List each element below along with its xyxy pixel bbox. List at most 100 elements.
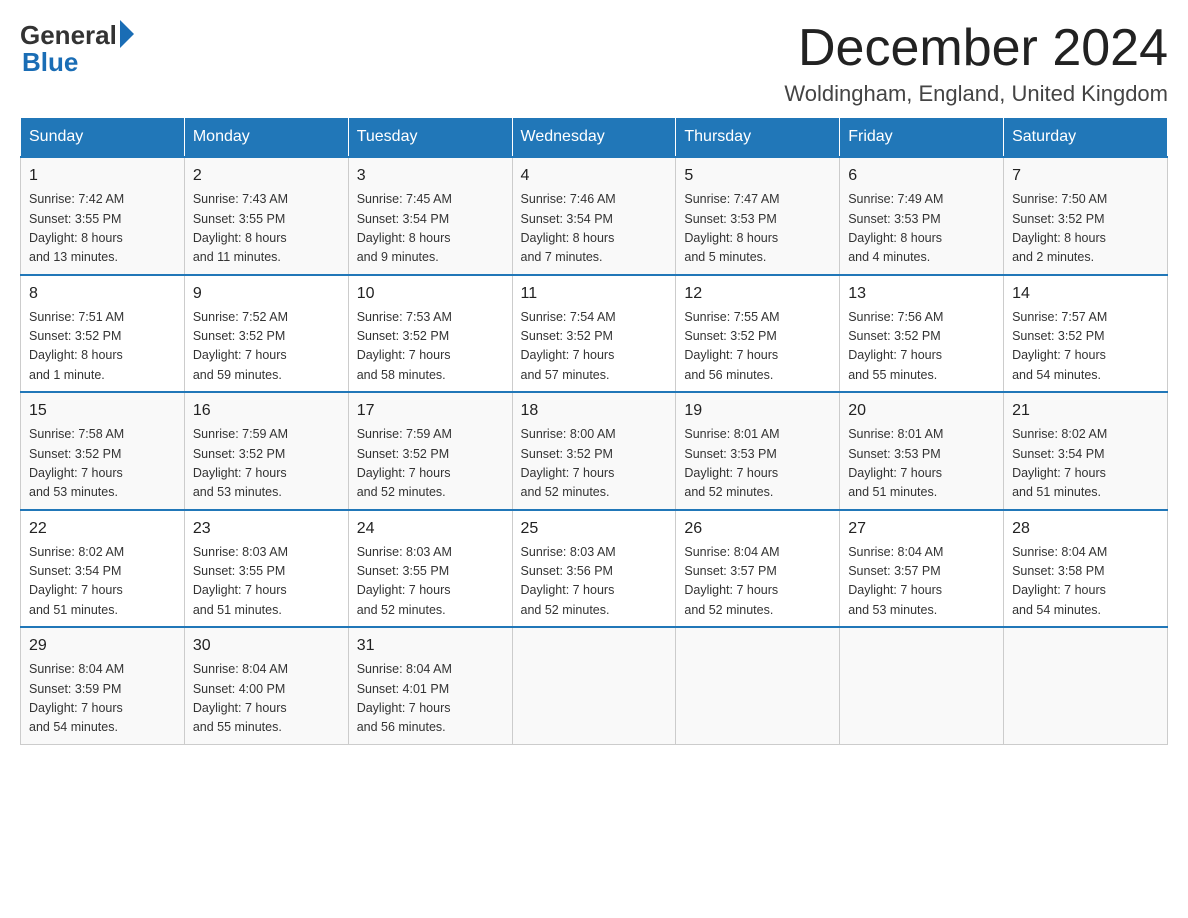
day-info: Sunrise: 7:46 AMSunset: 3:54 PMDaylight:… [521,190,668,268]
day-info: Sunrise: 8:04 AMSunset: 3:58 PMDaylight:… [1012,543,1159,621]
day-number: 31 [357,634,504,658]
column-header-wednesday: Wednesday [512,118,676,158]
calendar-cell: 28Sunrise: 8:04 AMSunset: 3:58 PMDayligh… [1004,510,1168,628]
day-info: Sunrise: 7:58 AMSunset: 3:52 PMDaylight:… [29,425,176,503]
day-info: Sunrise: 8:04 AMSunset: 3:57 PMDaylight:… [684,543,831,621]
column-header-sunday: Sunday [21,118,185,158]
calendar-cell: 15Sunrise: 7:58 AMSunset: 3:52 PMDayligh… [21,392,185,510]
day-info: Sunrise: 7:49 AMSunset: 3:53 PMDaylight:… [848,190,995,268]
day-info: Sunrise: 8:03 AMSunset: 3:56 PMDaylight:… [521,543,668,621]
day-info: Sunrise: 7:52 AMSunset: 3:52 PMDaylight:… [193,308,340,386]
day-info: Sunrise: 8:00 AMSunset: 3:52 PMDaylight:… [521,425,668,503]
day-number: 7 [1012,164,1159,188]
calendar-cell: 13Sunrise: 7:56 AMSunset: 3:52 PMDayligh… [840,275,1004,393]
calendar-cell: 21Sunrise: 8:02 AMSunset: 3:54 PMDayligh… [1004,392,1168,510]
day-number: 29 [29,634,176,658]
day-number: 28 [1012,517,1159,541]
calendar-cell: 3Sunrise: 7:45 AMSunset: 3:54 PMDaylight… [348,157,512,275]
day-number: 2 [193,164,340,188]
calendar-cell: 17Sunrise: 7:59 AMSunset: 3:52 PMDayligh… [348,392,512,510]
day-number: 1 [29,164,176,188]
day-info: Sunrise: 7:59 AMSunset: 3:52 PMDaylight:… [193,425,340,503]
day-info: Sunrise: 8:03 AMSunset: 3:55 PMDaylight:… [357,543,504,621]
header-row: SundayMondayTuesdayWednesdayThursdayFrid… [21,118,1168,158]
day-number: 25 [521,517,668,541]
week-row-3: 15Sunrise: 7:58 AMSunset: 3:52 PMDayligh… [21,392,1168,510]
calendar-cell: 18Sunrise: 8:00 AMSunset: 3:52 PMDayligh… [512,392,676,510]
day-info: Sunrise: 8:04 AMSunset: 4:01 PMDaylight:… [357,660,504,738]
calendar-cell: 30Sunrise: 8:04 AMSunset: 4:00 PMDayligh… [184,627,348,744]
day-number: 13 [848,282,995,306]
calendar-cell [512,627,676,744]
day-info: Sunrise: 8:02 AMSunset: 3:54 PMDaylight:… [1012,425,1159,503]
logo-triangle-icon [120,20,134,48]
day-info: Sunrise: 7:51 AMSunset: 3:52 PMDaylight:… [29,308,176,386]
calendar-cell [1004,627,1168,744]
day-number: 5 [684,164,831,188]
day-info: Sunrise: 7:43 AMSunset: 3:55 PMDaylight:… [193,190,340,268]
calendar-cell: 29Sunrise: 8:04 AMSunset: 3:59 PMDayligh… [21,627,185,744]
day-info: Sunrise: 8:04 AMSunset: 3:59 PMDaylight:… [29,660,176,738]
page-header: General Blue December 2024 Woldingham, E… [20,20,1168,107]
day-number: 24 [357,517,504,541]
calendar-cell: 8Sunrise: 7:51 AMSunset: 3:52 PMDaylight… [21,275,185,393]
day-number: 4 [521,164,668,188]
month-title: December 2024 [784,20,1168,77]
day-number: 21 [1012,399,1159,423]
calendar-cell: 10Sunrise: 7:53 AMSunset: 3:52 PMDayligh… [348,275,512,393]
calendar-cell: 9Sunrise: 7:52 AMSunset: 3:52 PMDaylight… [184,275,348,393]
location-subtitle: Woldingham, England, United Kingdom [784,81,1168,107]
calendar-cell: 1Sunrise: 7:42 AMSunset: 3:55 PMDaylight… [21,157,185,275]
day-info: Sunrise: 8:04 AMSunset: 3:57 PMDaylight:… [848,543,995,621]
calendar-cell: 24Sunrise: 8:03 AMSunset: 3:55 PMDayligh… [348,510,512,628]
day-number: 10 [357,282,504,306]
day-info: Sunrise: 7:59 AMSunset: 3:52 PMDaylight:… [357,425,504,503]
column-header-friday: Friday [840,118,1004,158]
day-info: Sunrise: 8:02 AMSunset: 3:54 PMDaylight:… [29,543,176,621]
calendar-cell: 25Sunrise: 8:03 AMSunset: 3:56 PMDayligh… [512,510,676,628]
day-number: 19 [684,399,831,423]
day-info: Sunrise: 8:04 AMSunset: 4:00 PMDaylight:… [193,660,340,738]
column-header-saturday: Saturday [1004,118,1168,158]
day-info: Sunrise: 8:01 AMSunset: 3:53 PMDaylight:… [848,425,995,503]
day-number: 6 [848,164,995,188]
calendar-cell [840,627,1004,744]
calendar-cell: 23Sunrise: 8:03 AMSunset: 3:55 PMDayligh… [184,510,348,628]
day-number: 27 [848,517,995,541]
calendar-cell: 26Sunrise: 8:04 AMSunset: 3:57 PMDayligh… [676,510,840,628]
day-number: 12 [684,282,831,306]
calendar-cell: 22Sunrise: 8:02 AMSunset: 3:54 PMDayligh… [21,510,185,628]
day-info: Sunrise: 7:42 AMSunset: 3:55 PMDaylight:… [29,190,176,268]
day-info: Sunrise: 8:03 AMSunset: 3:55 PMDaylight:… [193,543,340,621]
day-number: 11 [521,282,668,306]
calendar-cell: 19Sunrise: 8:01 AMSunset: 3:53 PMDayligh… [676,392,840,510]
calendar-cell [676,627,840,744]
day-number: 22 [29,517,176,541]
calendar-cell: 14Sunrise: 7:57 AMSunset: 3:52 PMDayligh… [1004,275,1168,393]
calendar-cell: 5Sunrise: 7:47 AMSunset: 3:53 PMDaylight… [676,157,840,275]
day-number: 16 [193,399,340,423]
calendar-cell: 6Sunrise: 7:49 AMSunset: 3:53 PMDaylight… [840,157,1004,275]
day-number: 23 [193,517,340,541]
week-row-4: 22Sunrise: 8:02 AMSunset: 3:54 PMDayligh… [21,510,1168,628]
column-header-thursday: Thursday [676,118,840,158]
column-header-tuesday: Tuesday [348,118,512,158]
calendar-cell: 12Sunrise: 7:55 AMSunset: 3:52 PMDayligh… [676,275,840,393]
calendar-cell: 31Sunrise: 8:04 AMSunset: 4:01 PMDayligh… [348,627,512,744]
week-row-5: 29Sunrise: 8:04 AMSunset: 3:59 PMDayligh… [21,627,1168,744]
calendar-cell: 2Sunrise: 7:43 AMSunset: 3:55 PMDaylight… [184,157,348,275]
day-number: 8 [29,282,176,306]
column-header-monday: Monday [184,118,348,158]
day-number: 30 [193,634,340,658]
day-number: 20 [848,399,995,423]
calendar-cell: 4Sunrise: 7:46 AMSunset: 3:54 PMDaylight… [512,157,676,275]
day-info: Sunrise: 7:57 AMSunset: 3:52 PMDaylight:… [1012,308,1159,386]
logo-text-blue: Blue [22,47,78,78]
day-info: Sunrise: 7:55 AMSunset: 3:52 PMDaylight:… [684,308,831,386]
calendar-cell: 20Sunrise: 8:01 AMSunset: 3:53 PMDayligh… [840,392,1004,510]
week-row-1: 1Sunrise: 7:42 AMSunset: 3:55 PMDaylight… [21,157,1168,275]
calendar-table: SundayMondayTuesdayWednesdayThursdayFrid… [20,117,1168,745]
day-info: Sunrise: 7:50 AMSunset: 3:52 PMDaylight:… [1012,190,1159,268]
day-info: Sunrise: 8:01 AMSunset: 3:53 PMDaylight:… [684,425,831,503]
day-number: 26 [684,517,831,541]
